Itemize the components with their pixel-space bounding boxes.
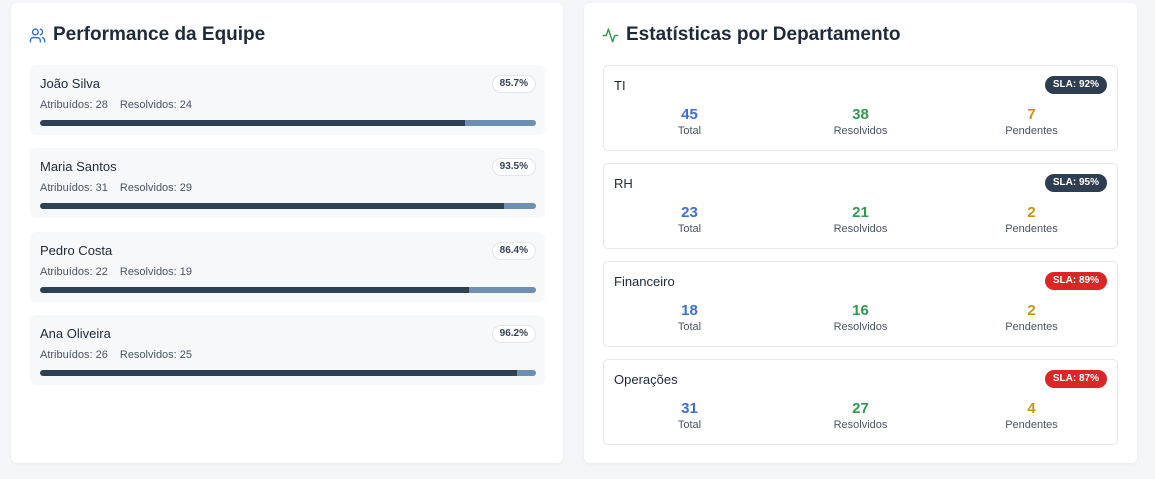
department-metrics: 45 Total 38 Resolvidos 7 Pendentes bbox=[604, 106, 1117, 137]
metric-total: 18 Total bbox=[604, 302, 775, 333]
metric-resolved: 21 Resolvidos bbox=[775, 204, 946, 235]
metric-resolved-label: Resolvidos bbox=[833, 125, 888, 137]
member-progress-bar bbox=[40, 287, 536, 293]
member-rate-badge: 96.2% bbox=[491, 325, 536, 343]
department-name: Financeiro bbox=[614, 274, 675, 289]
member-rate-badge: 93.5% bbox=[491, 158, 536, 176]
metric-total-value: 23 bbox=[681, 204, 698, 221]
department-card: RH SLA: 95% 23 Total 21 Resolvidos 2 Pen… bbox=[603, 163, 1118, 249]
metric-pending-label: Pendentes bbox=[1005, 419, 1058, 431]
member-progress-bar bbox=[40, 120, 536, 126]
member-row: Ana Oliveira 96.2% Atribuídos: 26 Resolv… bbox=[30, 315, 545, 385]
metric-total-label: Total bbox=[677, 223, 702, 235]
metric-pending: 4 Pendentes bbox=[946, 400, 1117, 431]
metric-total: 31 Total bbox=[604, 400, 775, 431]
member-stats: Atribuídos: 22 Resolvidos: 19 bbox=[40, 266, 192, 278]
member-rate-badge: 85.7% bbox=[491, 75, 536, 93]
member-resolved: Resolvidos: 19 bbox=[119, 266, 193, 278]
metric-pending-label: Pendentes bbox=[1005, 321, 1058, 333]
member-progress-fill bbox=[40, 120, 466, 126]
member-resolved: Resolvidos: 24 bbox=[119, 99, 193, 111]
metric-pending-value: 2 bbox=[1027, 302, 1036, 319]
metric-resolved: 27 Resolvidos bbox=[775, 400, 946, 431]
metric-total-value: 18 bbox=[681, 302, 698, 319]
member-row: João Silva 85.7% Atribuídos: 28 Resolvid… bbox=[30, 65, 545, 135]
metric-pending-value: 2 bbox=[1027, 204, 1036, 221]
metric-resolved-value: 27 bbox=[852, 400, 869, 417]
member-name: Ana Oliveira bbox=[40, 326, 111, 341]
metric-resolved-label: Resolvidos bbox=[833, 419, 888, 431]
member-progress-fill bbox=[40, 203, 504, 209]
department-card: TI SLA: 92% 45 Total 38 Resolvidos 7 Pen… bbox=[603, 65, 1118, 151]
metric-pending: 7 Pendentes bbox=[946, 106, 1117, 137]
department-stats-title: Estatísticas por Departamento bbox=[602, 24, 901, 46]
metric-resolved-value: 16 bbox=[852, 302, 869, 319]
metric-total: 23 Total bbox=[604, 204, 775, 235]
sla-badge: SLA: 89% bbox=[1044, 272, 1107, 290]
member-assigned: Atribuídos: 22 bbox=[40, 266, 108, 278]
metric-resolved-label: Resolvidos bbox=[833, 223, 888, 235]
metric-resolved-value: 38 bbox=[852, 106, 869, 123]
member-progress-fill bbox=[40, 370, 518, 376]
member-row: Pedro Costa 86.4% Atribuídos: 22 Resolvi… bbox=[30, 232, 545, 302]
metric-pending-value: 7 bbox=[1027, 106, 1036, 123]
department-metrics: 18 Total 16 Resolvidos 2 Pendentes bbox=[604, 302, 1117, 333]
member-row: Maria Santos 93.5% Atribuídos: 31 Resolv… bbox=[30, 148, 545, 218]
member-name: João Silva bbox=[40, 76, 100, 91]
member-name: Pedro Costa bbox=[40, 243, 113, 258]
member-stats: Atribuídos: 26 Resolvidos: 25 bbox=[40, 349, 192, 361]
metric-total-label: Total bbox=[677, 125, 702, 137]
member-assigned: Atribuídos: 28 bbox=[40, 99, 108, 111]
member-progress-bar bbox=[40, 203, 536, 209]
member-progress-bar bbox=[40, 370, 536, 376]
member-rate-badge: 86.4% bbox=[491, 242, 536, 260]
member-resolved: Resolvidos: 29 bbox=[119, 182, 193, 194]
department-metrics: 23 Total 21 Resolvidos 2 Pendentes bbox=[604, 204, 1117, 235]
department-stats-title-text: Estatísticas por Departamento bbox=[626, 24, 901, 45]
department-stats-card: Estatísticas por Departamento TI SLA: 92… bbox=[584, 3, 1137, 463]
metric-pending-label: Pendentes bbox=[1005, 125, 1058, 137]
metric-pending: 2 Pendentes bbox=[946, 302, 1117, 333]
department-metrics: 31 Total 27 Resolvidos 4 Pendentes bbox=[604, 400, 1117, 431]
metric-resolved: 16 Resolvidos bbox=[775, 302, 946, 333]
department-card: Financeiro SLA: 89% 18 Total 16 Resolvid… bbox=[603, 261, 1118, 347]
member-assigned: Atribuídos: 26 bbox=[40, 349, 108, 361]
team-performance-title: Performance da Equipe bbox=[29, 24, 265, 46]
member-stats: Atribuídos: 28 Resolvidos: 24 bbox=[40, 99, 192, 111]
member-stats: Atribuídos: 31 Resolvidos: 29 bbox=[40, 182, 192, 194]
member-progress-fill bbox=[40, 287, 469, 293]
activity-icon bbox=[602, 27, 619, 43]
metric-resolved-value: 21 bbox=[852, 204, 869, 221]
member-assigned: Atribuídos: 31 bbox=[40, 182, 108, 194]
metric-pending-value: 4 bbox=[1027, 400, 1036, 417]
metric-total-value: 45 bbox=[681, 106, 698, 123]
member-resolved: Resolvidos: 25 bbox=[119, 349, 193, 361]
department-name: TI bbox=[614, 78, 626, 93]
metric-pending: 2 Pendentes bbox=[946, 204, 1117, 235]
sla-badge: SLA: 87% bbox=[1044, 370, 1107, 388]
sla-badge: SLA: 95% bbox=[1044, 174, 1107, 192]
metric-pending-label: Pendentes bbox=[1005, 223, 1058, 235]
metric-resolved: 38 Resolvidos bbox=[775, 106, 946, 137]
users-icon bbox=[29, 27, 46, 43]
metric-total-value: 31 bbox=[681, 400, 698, 417]
team-performance-title-text: Performance da Equipe bbox=[53, 24, 266, 45]
department-name: Operações bbox=[614, 372, 678, 387]
metric-total-label: Total bbox=[677, 321, 702, 333]
team-performance-card: Performance da Equipe João Silva 85.7% A… bbox=[11, 3, 563, 463]
member-name: Maria Santos bbox=[40, 159, 117, 174]
metric-total-label: Total bbox=[677, 419, 702, 431]
department-card: Operações SLA: 87% 31 Total 27 Resolvido… bbox=[603, 359, 1118, 445]
metric-total: 45 Total bbox=[604, 106, 775, 137]
metric-resolved-label: Resolvidos bbox=[833, 321, 888, 333]
department-name: RH bbox=[614, 176, 633, 191]
sla-badge: SLA: 92% bbox=[1044, 76, 1107, 94]
